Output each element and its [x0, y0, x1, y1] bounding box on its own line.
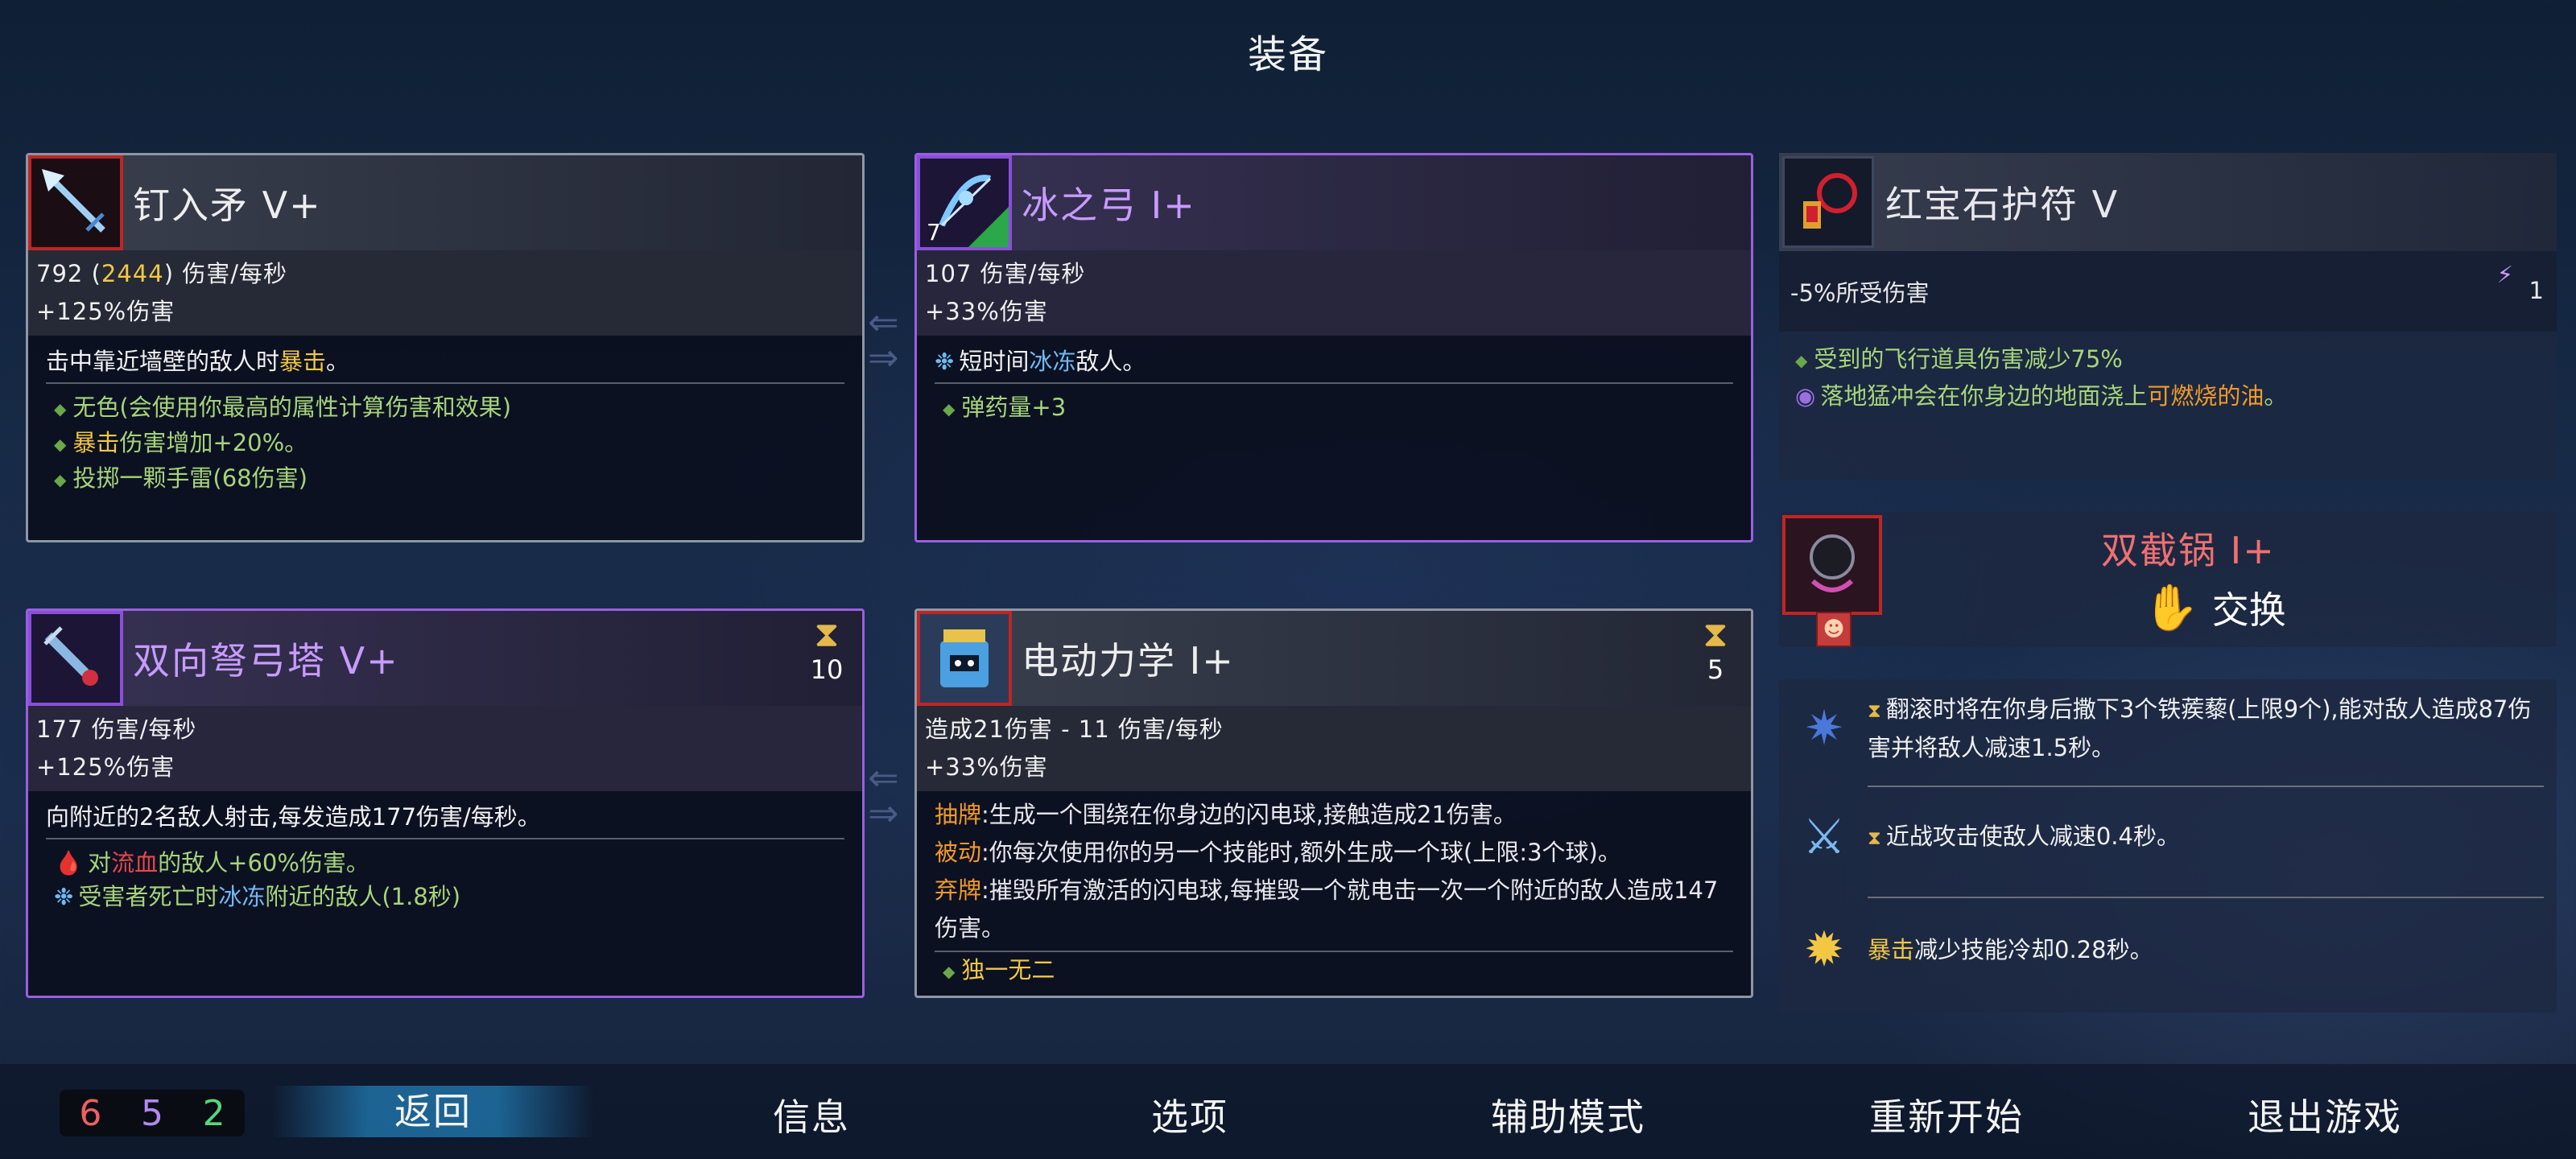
amulet-stat: -5%所受伤害 — [1790, 279, 1930, 307]
diamond-bullet-icon: ◆ — [1795, 351, 1808, 370]
amulet-panel[interactable]: 红宝石护符 V -5%所受伤害 ⚡ 1 ◆ 受到的飞行道具伤害减少75% ◉ 落地猛… — [1779, 153, 2557, 480]
card-header: 7 冰之弓 I+ — [917, 155, 1751, 250]
amulet-affix: ◆ 受到的飞行道具伤害减少75% — [1795, 345, 2123, 373]
mutation-row[interactable]: ✹ 暴击减少技能冷却0.28秒。 — [1779, 913, 2557, 987]
item-stats: 792 (2444) 伤害/每秒 +125%伤害 — [28, 250, 862, 336]
affix-line: ◆ 投掷一颗手雷(68伤害) — [54, 464, 308, 492]
discard-effect: 弃牌:摧毁所有激活的闪电球,每摧毁一个就电击一次一个附近的敌人造成147伤害。 — [935, 872, 1733, 952]
bottom-menu-bar: 6 5 2 返回 信息 选项 辅助模式 重新开始 退出游戏 — [0, 1064, 2576, 1159]
weapon-card-primary[interactable]: 钉入矛 V+ 792 (2444) 伤害/每秒 +125%伤害 击中靠近墙壁的敌… — [26, 153, 865, 542]
brutality-count: 6 — [79, 1092, 102, 1134]
item-description: 击中靠近墙壁的敌人时暴击。 — [46, 344, 844, 384]
mutation-row[interactable]: ⚔ ⧗ 近战攻击使敌人减速0.4秒。 — [1779, 800, 2557, 874]
damage-bonus-stat: +33%伤害 — [925, 753, 1048, 781]
damage-bonus-stat: +125%伤害 — [36, 753, 175, 781]
damage-bonus-stat: +33%伤害 — [925, 298, 1048, 325]
spear-icon — [28, 155, 123, 250]
weapon-card-secondary[interactable]: 7 冰之弓 I+ 107 伤害/每秒 +33%伤害 ❉ 短时间冰冻敌人。 ◆ 弹药量… — [914, 153, 1753, 542]
diamond-bullet-icon: ◆ — [943, 399, 956, 419]
mutation-row[interactable]: ✷ ⧗ 翻滚时将在你身后撒下3个铁蒺藜(上限9个),能对敌人造成87伤害并将敌人减… — [1779, 691, 2557, 766]
ruby-amulet-icon — [1782, 156, 1874, 248]
swap-arrows-icon[interactable]: ⇐ ⇒ — [868, 303, 916, 376]
caltrops-icon: ✷ — [1803, 700, 1845, 757]
survival-count: 2 — [202, 1092, 225, 1134]
mutations-panel: ✷ ⧗ 翻滚时将在你身后撒下3个铁蒺藜(上限9个),能对敌人造成87伤害并将敌人减… — [1779, 679, 2557, 1013]
scroll-count: 1 — [2529, 277, 2544, 304]
restart-button[interactable]: 重新开始 — [1785, 1088, 2107, 1141]
screen-title: 装备 — [1247, 32, 1328, 77]
diamond-bullet-icon: ◆ — [54, 435, 67, 454]
dps-stat: 177 伤害/每秒 — [36, 716, 197, 743]
face-icon: ☻ — [1816, 612, 1852, 647]
item-stats: 造成21伤害 - 11 伤害/每秒 +33%伤害 — [917, 706, 1751, 791]
hourglass-icon: ⧗ — [1868, 699, 1881, 722]
tactics-corner-icon — [968, 207, 1009, 247]
frost-blade-icon: ⚔ — [1802, 809, 1846, 865]
twin-pans-icon — [1782, 515, 1882, 615]
tactics-count: 5 — [140, 1092, 163, 1134]
cooldown-indicator: ⧗ 5 — [1691, 614, 1740, 685]
blood-drop-icon: 🩸 — [54, 849, 84, 876]
hourglass-icon: ⧗ — [1868, 827, 1881, 849]
item-name: 钉入矛 V+ — [133, 184, 322, 227]
dps-stat: 107 伤害/每秒 — [925, 260, 1086, 287]
item-description: ❉ 短时间冰冻敌人。 — [935, 344, 1733, 384]
scroll-stat-counters: 6 5 2 — [60, 1090, 245, 1136]
affix-line: ❉ 受害者死亡时冰冻附近的敌人(1.8秒) — [54, 883, 461, 910]
card-header: 双向弩弓塔 V+ — [28, 611, 862, 706]
card-header: 电动力学 I+ — [917, 611, 1751, 706]
info-button[interactable]: 信息 — [650, 1088, 972, 1141]
skill-card-left[interactable]: 双向弩弓塔 V+ ⧗ 10 177 伤害/每秒 +125%伤害 向附近的2名敌人… — [26, 608, 865, 998]
oil-orb-icon: ◉ — [1795, 382, 1816, 410]
electrodynamics-icon — [917, 611, 1012, 706]
affix-line: ◆ 暴击伤害增加+20%。 — [54, 429, 308, 456]
affix-line: ◆ 无色(会使用你最高的属性计算伤害和效果) — [54, 394, 512, 421]
item-name: 双向弩弓塔 V+ — [133, 639, 399, 683]
dps-stat: 792 (2444) 伤害/每秒 — [36, 260, 288, 287]
ammo-count: 7 — [927, 219, 941, 245]
skill-card-right[interactable]: 电动力学 I+ ⧗ 5 造成21伤害 - 11 伤害/每秒 +33%伤害 抽牌:… — [914, 608, 1753, 998]
options-button[interactable]: 选项 — [1029, 1088, 1351, 1141]
backpack-item-name: 双截锅 I+ — [2101, 529, 2276, 572]
mutation-text: ⧗ 翻滚时将在你身后撒下3个铁蒺藜(上限9个),能对敌人造成87伤害并将敌人减速1… — [1868, 695, 2532, 761]
dps-stat: 造成21伤害 - 11 伤害/每秒 — [925, 716, 1224, 743]
swap-arrows-icon[interactable]: ⇐ ⇒ — [868, 759, 916, 831]
backpack-panel[interactable]: ☻ 双截锅 I+ ✋ 交换 — [1779, 512, 2557, 647]
passive-effect: 被动:你每次使用你的另一个技能时,额外生成一个球(上限:3个球)。 — [935, 839, 1621, 866]
scroll-of-power-icon: ⚡ — [2496, 261, 2513, 288]
cooldown-indicator: ⧗ 10 — [803, 614, 851, 685]
damage-bonus-stat: +125%伤害 — [36, 298, 175, 325]
quit-game-button[interactable]: 退出游戏 — [2164, 1088, 2486, 1141]
hourglass-icon: ⧗ — [1703, 614, 1728, 655]
crossbow-turret-icon — [28, 611, 123, 706]
mutation-text: ⧗ 近战攻击使敌人减速0.4秒。 — [1868, 823, 2180, 850]
diamond-bullet-icon: ◆ — [54, 399, 67, 419]
swap-button[interactable]: ✋ 交换 — [2143, 581, 2286, 634]
item-description: 向附近的2名敌人射击,每发造成177伤害/每秒。 — [46, 799, 844, 839]
swap-label: 交换 — [2211, 588, 2286, 632]
item-name: 电动力学 I+ — [1022, 639, 1235, 683]
assist-mode-button[interactable]: 辅助模式 — [1407, 1088, 1729, 1141]
amulet-affix: ◉ 落地猛冲会在你身边的地面浇上可燃烧的油。 — [1795, 382, 2288, 410]
diamond-bullet-icon: ◆ — [943, 962, 956, 981]
amulet-name: 红宝石护符 V — [1885, 183, 2120, 226]
diamond-bullet-icon: ◆ — [54, 470, 67, 489]
snowflake-icon: ❉ — [54, 883, 74, 910]
ice-bow-icon: 7 — [917, 155, 1012, 250]
item-stats: 107 伤害/每秒 +33%伤害 — [917, 250, 1751, 336]
card-header: 钉入矛 V+ — [28, 155, 862, 250]
back-button[interactable]: 返回 — [272, 1086, 594, 1137]
unique-tag: ◆ 独一无二 — [943, 956, 1055, 984]
affix-line: 🩸 对流血的敌人+60%伤害。 — [54, 849, 369, 876]
draw-effect: 抽牌:生成一个围绕在你身边的闪电球,接触造成21伤害。 — [935, 801, 1517, 828]
item-stats: 177 伤害/每秒 +125%伤害 — [28, 706, 862, 791]
hourglass-icon: ⧗ — [814, 614, 840, 655]
swap-hand-icon: ✋ — [2143, 582, 2199, 634]
snowflake-icon: ❉ — [935, 348, 955, 375]
item-name: 冰之弓 I+ — [1022, 184, 1196, 227]
affix-line: ◆ 弹药量+3 — [943, 394, 1067, 421]
mutation-text: 暴击减少技能冷却0.28秒。 — [1868, 936, 2153, 963]
sun-burst-icon: ✹ — [1803, 922, 1845, 978]
